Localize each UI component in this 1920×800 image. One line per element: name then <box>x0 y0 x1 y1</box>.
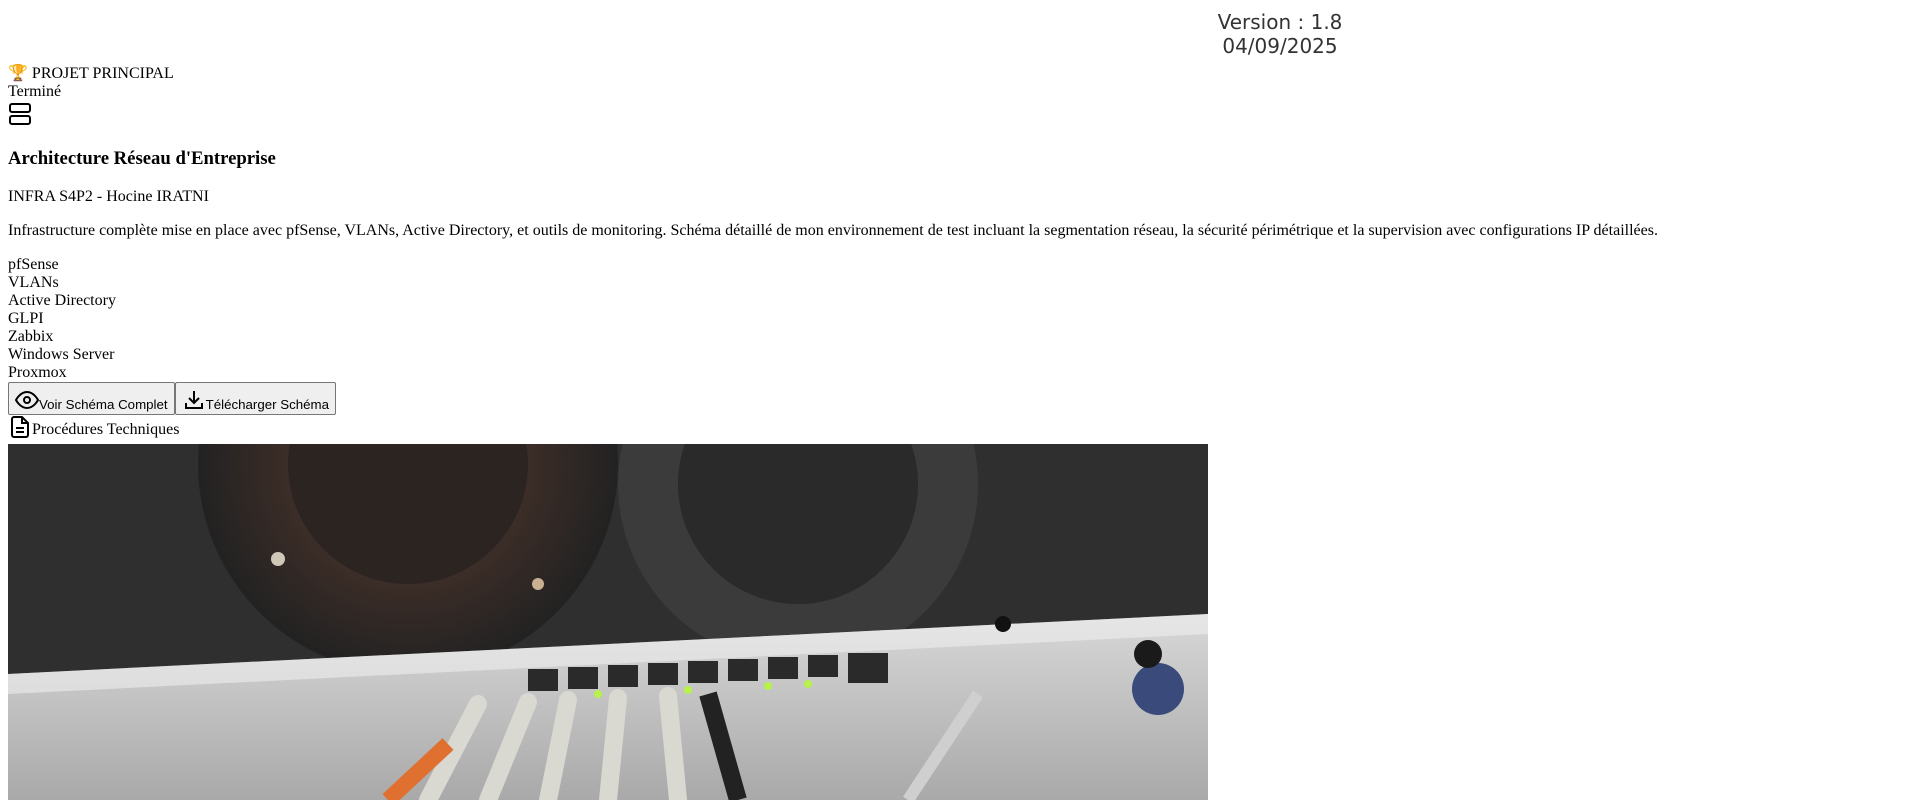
download-schema-button[interactable]: Télécharger Schéma <box>174 382 337 415</box>
tech-tag: Zabbix <box>8 328 54 345</box>
project-badge: 🏆 PROJET PRINCIPAL <box>8 65 174 82</box>
tech-tag: Active Directory <box>8 292 116 309</box>
view-schema-button[interactable]: Voir Schéma Complet <box>8 382 175 415</box>
project-status: Terminé <box>8 83 62 100</box>
eye-icon <box>15 390 39 410</box>
switch-illustration <box>8 444 1208 800</box>
procedures-label: Procédures Techniques <box>32 421 180 438</box>
version-date: 04/09/2025 <box>1222 34 1338 58</box>
technology-list: pfSense VLANs Active Directory GLPI Zabb… <box>8 256 1912 382</box>
project-description: Infrastructure complète mise en place av… <box>8 222 1658 239</box>
download-schema-label: Télécharger Schéma <box>205 397 330 412</box>
tech-tag: Proxmox <box>8 364 67 381</box>
network-switch-photo <box>8 444 1208 800</box>
project-subtitle: INFRA S4P2 - Hocine IRATNI <box>8 188 209 205</box>
project-actions: Voir Schéma Complet Télécharger Schéma <box>8 382 1912 415</box>
tech-tag: pfSense <box>8 256 59 273</box>
download-icon <box>184 391 203 409</box>
project-card: 🏆 PROJET PRINCIPAL Terminé Architecture … <box>8 65 1912 439</box>
tech-tag: VLANs <box>8 274 59 291</box>
procedures-link[interactable]: Procédures Techniques <box>8 415 1912 439</box>
document-icon <box>11 416 29 438</box>
version-label: Version : 1.8 <box>1217 10 1343 34</box>
server-icon <box>9 103 31 125</box>
version-info: Version : 1.8 04/09/2025 <box>1180 10 1380 58</box>
tech-tag: GLPI <box>8 310 44 327</box>
project-title: Architecture Réseau d'Entreprise <box>8 148 276 169</box>
tech-tag: Windows Server <box>8 346 115 363</box>
view-schema-label: Voir Schéma Complet <box>39 397 168 412</box>
